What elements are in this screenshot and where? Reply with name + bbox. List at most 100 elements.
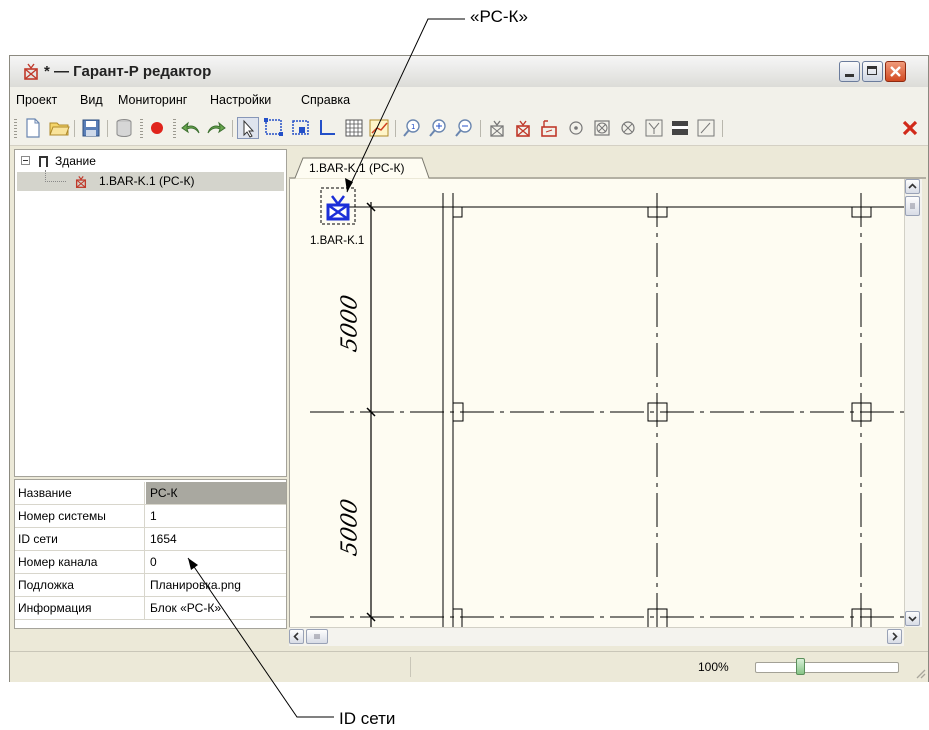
- scroll-left-button[interactable]: [289, 629, 304, 644]
- sensor-red-icon[interactable]: [512, 117, 534, 139]
- property-name: ID сети: [15, 528, 145, 550]
- property-name: Подложка: [15, 574, 145, 596]
- status-bar: 100%: [10, 651, 928, 682]
- funnel-icon[interactable]: [643, 117, 665, 139]
- undo-icon[interactable]: [180, 117, 202, 139]
- circle-x-icon[interactable]: [617, 117, 639, 139]
- minimize-button[interactable]: [839, 61, 860, 82]
- drawing-canvas[interactable]: 1.BAR-K.1 5000 5000: [289, 179, 905, 627]
- menu-project[interactable]: Проект: [16, 93, 57, 107]
- svg-text:1: 1: [411, 123, 415, 131]
- callout-rck: «РС-К»: [470, 7, 528, 26]
- tab-document[interactable]: 1.BAR-K.1 (РС-К): [309, 161, 405, 175]
- column-mark: [452, 207, 463, 218]
- toolbar-grip: [173, 119, 176, 138]
- collapse-icon[interactable]: [21, 156, 30, 165]
- circle-dot-icon[interactable]: [565, 117, 587, 139]
- toolbar-separator: [107, 120, 108, 137]
- zoom-1-icon[interactable]: 1: [401, 117, 423, 139]
- zoom-out-icon[interactable]: [453, 117, 475, 139]
- tree-root-item[interactable]: Здание: [17, 153, 277, 171]
- delete-icon[interactable]: [899, 117, 921, 139]
- close-window-button[interactable]: [885, 61, 906, 82]
- property-row[interactable]: Информация Блок «РС-К»: [15, 597, 286, 620]
- redo-icon[interactable]: [205, 117, 227, 139]
- property-name: Номер системы: [15, 505, 145, 527]
- toolbar-grip: [14, 119, 17, 138]
- dimension-label: 5000: [337, 292, 363, 355]
- corner-icon[interactable]: [316, 117, 338, 139]
- callout-network-id: ID сети: [339, 709, 396, 728]
- maximize-icon: [867, 66, 877, 75]
- database-icon[interactable]: [113, 117, 135, 139]
- toolbar-grip: [140, 119, 143, 138]
- menu-settings[interactable]: Настройки: [210, 93, 271, 107]
- bar-icon[interactable]: [669, 117, 691, 139]
- device-label: 1.BAR-K.1: [310, 235, 365, 247]
- grid-icon[interactable]: [343, 117, 365, 139]
- property-row[interactable]: Номер системы 1: [15, 505, 286, 528]
- vertical-scrollbar[interactable]: [904, 179, 922, 627]
- properties-grid: Название РС-К Номер системы 1 ID сети 1654 …: [14, 479, 287, 629]
- floor-plan: [310, 187, 905, 627]
- new-file-icon[interactable]: [22, 117, 44, 139]
- toolbar-separator: [395, 120, 396, 137]
- property-row[interactable]: ID сети 1654: [15, 528, 286, 551]
- property-value[interactable]: 1654: [146, 528, 286, 550]
- select-area-icon[interactable]: [263, 117, 285, 139]
- sensor-box-icon[interactable]: [538, 117, 560, 139]
- plan-left-wall: [442, 193, 454, 627]
- column-mark: [452, 608, 463, 627]
- property-value[interactable]: Блок «РС-К»: [146, 597, 286, 619]
- open-folder-icon[interactable]: [48, 117, 70, 139]
- status-divider: [410, 657, 411, 677]
- chevron-right-icon: [892, 632, 898, 641]
- tree-root-label: Здание: [55, 154, 96, 168]
- maximize-button[interactable]: [862, 61, 883, 82]
- document-tabs: 1.BAR-K.1 (РС-К): [289, 149, 926, 179]
- scroll-down-button[interactable]: [905, 611, 920, 626]
- add-group-icon[interactable]: [290, 117, 312, 139]
- square-x-icon[interactable]: [591, 117, 613, 139]
- save-icon[interactable]: [80, 117, 102, 139]
- scroll-thumb-horizontal[interactable]: [306, 629, 328, 644]
- rect-pen-icon[interactable]: [695, 117, 717, 139]
- property-value[interactable]: Планировка.png: [146, 574, 286, 596]
- property-value[interactable]: 1: [146, 505, 286, 527]
- dimension-label: 5000: [337, 496, 363, 559]
- minimize-icon: [845, 74, 854, 77]
- menu-monitoring[interactable]: Мониторинг: [118, 93, 187, 107]
- title-bar: * — Гарант-Р редактор: [10, 56, 928, 88]
- editor-window: * — Гарант-Р редактор Проект Вид Монитор…: [9, 55, 929, 682]
- zoom-in-icon[interactable]: [427, 117, 449, 139]
- toolbar-separator: [74, 120, 75, 137]
- grip-icon: [314, 634, 320, 639]
- toolbar-separator: [480, 120, 481, 137]
- tree-connector: [45, 170, 66, 182]
- property-row[interactable]: Подложка Планировка.png: [15, 574, 286, 597]
- scroll-up-button[interactable]: [905, 179, 920, 194]
- zoom-slider-track[interactable]: [755, 662, 899, 673]
- building-icon: [39, 156, 48, 167]
- property-value[interactable]: РС-К: [146, 482, 286, 504]
- scroll-thumb[interactable]: [905, 196, 920, 216]
- horizontal-scrollbar[interactable]: [289, 627, 904, 646]
- menu-view[interactable]: Вид: [80, 93, 103, 107]
- app-sensor-icon: [22, 62, 40, 80]
- scroll-right-button[interactable]: [887, 629, 902, 644]
- zoom-slider-thumb[interactable]: [795, 658, 805, 675]
- sensor-red-icon: [73, 173, 89, 190]
- record-icon[interactable]: [146, 117, 168, 139]
- sensor-icon[interactable]: [486, 117, 508, 139]
- property-row[interactable]: Название РС-К: [15, 482, 286, 505]
- property-value[interactable]: 0: [146, 551, 286, 573]
- tree-child-item[interactable]: 1.BAR-K.1 (РС-К): [17, 170, 284, 191]
- chevron-left-icon: [293, 632, 299, 641]
- chart-icon[interactable]: [368, 117, 390, 139]
- project-tree: Здание 1.BAR-K.1 (РС-К): [14, 149, 287, 477]
- menu-help[interactable]: Справка: [301, 93, 350, 107]
- tree-child-label: 1.BAR-K.1 (РС-К): [99, 174, 195, 188]
- resize-grip-icon[interactable]: [914, 667, 926, 679]
- property-row[interactable]: Номер канала 0: [15, 551, 286, 574]
- pointer-icon[interactable]: [237, 117, 259, 139]
